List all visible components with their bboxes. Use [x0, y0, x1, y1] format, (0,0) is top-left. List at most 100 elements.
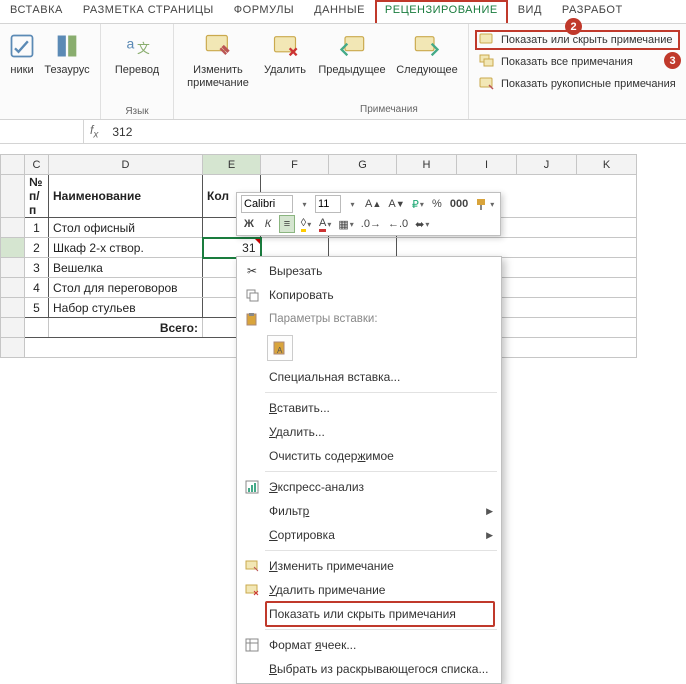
- font-color-icon[interactable]: A: [317, 215, 333, 233]
- align-left-icon[interactable]: ≡: [279, 215, 295, 233]
- menu-copy[interactable]: Копировать: [237, 283, 501, 307]
- copy-icon: [241, 288, 263, 302]
- menu-filter[interactable]: Фильтр ▶: [237, 499, 501, 523]
- col-header-K[interactable]: K: [577, 155, 637, 175]
- increase-decimal-icon[interactable]: .0→: [359, 215, 383, 233]
- menu-cut[interactable]: ✂ Вырезать: [237, 259, 501, 283]
- menu-delete[interactable]: Удалить...: [237, 420, 501, 444]
- spellcheck-button[interactable]: ники: [6, 28, 38, 79]
- cell[interactable]: Набор стульев: [49, 298, 203, 318]
- language-group-label: Язык: [125, 106, 148, 119]
- ribbon: ники Тезаурус . a文 Перевод Язык Изменить…: [0, 24, 686, 120]
- edit-comment-button[interactable]: Изменить примечание: [180, 28, 256, 92]
- comma-format-icon[interactable]: 000: [448, 195, 470, 213]
- merge-icon[interactable]: ⬌: [413, 215, 431, 233]
- col-header-E[interactable]: E: [203, 155, 261, 175]
- translate-button[interactable]: a文 Перевод: [107, 28, 167, 79]
- header-num[interactable]: № п/п: [25, 175, 49, 218]
- toggle-comment-label: Показать или скрыть примечание: [501, 34, 672, 46]
- row-header[interactable]: [1, 278, 25, 298]
- tab-insert[interactable]: ВСТАВКА: [0, 0, 73, 23]
- tab-view[interactable]: ВИД: [508, 0, 552, 23]
- cell[interactable]: 3: [25, 258, 49, 278]
- thesaurus-label: Тезаурус: [44, 64, 89, 77]
- cell[interactable]: Вешелка: [49, 258, 203, 278]
- row-header[interactable]: [1, 298, 25, 318]
- cell[interactable]: Шкаф 2-х створ.: [49, 238, 203, 258]
- show-all-comments-button[interactable]: Показать все примечания: [475, 52, 680, 72]
- next-comment-label: Следующее: [396, 64, 458, 77]
- tab-layout[interactable]: РАЗМЕТКА СТРАНИЦЫ: [73, 0, 224, 23]
- next-comment-button[interactable]: Следующее: [392, 28, 462, 79]
- col-header-J[interactable]: J: [517, 155, 577, 175]
- col-header-F[interactable]: F: [261, 155, 329, 175]
- edit-comment-label: Изменить примечание: [187, 64, 249, 90]
- menu-edit-comment[interactable]: Изменить примечание: [237, 554, 501, 578]
- thesaurus-button[interactable]: Тезаурус: [40, 28, 94, 79]
- tab-formulas[interactable]: ФОРМУЛЫ: [224, 0, 304, 23]
- show-ink-comments-button[interactable]: Показать рукописные примечания: [475, 74, 680, 94]
- tab-data[interactable]: ДАННЫЕ: [304, 0, 375, 23]
- menu-clear[interactable]: Очистить содержимое: [237, 444, 501, 468]
- col-header-D[interactable]: D: [49, 155, 203, 175]
- comments-group-label: Примечания: [360, 104, 418, 117]
- font-name-dropdown-icon[interactable]: [296, 195, 312, 213]
- prev-comment-button[interactable]: Предыдущее: [314, 28, 390, 79]
- paste-default-button[interactable]: A: [267, 335, 293, 361]
- delete-comment-icon: [241, 583, 263, 597]
- total-label[interactable]: Всего:: [49, 318, 203, 338]
- name-box[interactable]: [0, 120, 84, 143]
- tab-review[interactable]: РЕЦЕНЗИРОВАНИЕ: [375, 0, 508, 23]
- format-painter-icon[interactable]: [473, 195, 496, 213]
- tab-developer[interactable]: РАЗРАБОТ: [552, 0, 633, 23]
- italic-icon[interactable]: К: [260, 215, 276, 233]
- decrease-decimal-icon[interactable]: ←.0: [386, 215, 410, 233]
- percent-format-icon[interactable]: %: [429, 195, 445, 213]
- menu-format-cells[interactable]: Формат ячеек...: [237, 633, 501, 657]
- menu-toggle-comment[interactable]: Показать или скрыть примечания: [237, 602, 501, 626]
- accounting-format-icon[interactable]: ₽: [410, 195, 426, 213]
- menu-insert[interactable]: Вставить...: [237, 396, 501, 420]
- formula-input[interactable]: 312: [104, 125, 132, 139]
- cell[interactable]: 1: [25, 218, 49, 238]
- cell[interactable]: 5: [25, 298, 49, 318]
- col-header-G[interactable]: G: [329, 155, 397, 175]
- menu-pick-from-list[interactable]: Выбрать из раскрывающегося списка...: [237, 657, 501, 681]
- selected-cell[interactable]: 31: [203, 238, 261, 258]
- col-header-C[interactable]: C: [25, 155, 49, 175]
- bold-icon[interactable]: Ж: [241, 215, 257, 233]
- fill-color-icon[interactable]: ◊: [298, 215, 314, 233]
- font-size-dropdown-icon[interactable]: [344, 195, 360, 213]
- menu-sort[interactable]: Сортировка ▶: [237, 523, 501, 547]
- col-header-H[interactable]: H: [397, 155, 457, 175]
- show-all-comments-label: Показать все примечания: [501, 56, 633, 68]
- row-header[interactable]: [1, 258, 25, 278]
- row-header[interactable]: [1, 238, 25, 258]
- delete-comment-button[interactable]: Удалить: [258, 28, 312, 79]
- quick-analysis-icon: [241, 480, 263, 494]
- row-header[interactable]: [1, 318, 25, 338]
- fx-icon[interactable]: fx: [84, 123, 104, 140]
- font-name-input[interactable]: [241, 195, 293, 213]
- borders-icon[interactable]: ▦: [336, 215, 355, 233]
- cell[interactable]: Стол офисный: [49, 218, 203, 238]
- cell[interactable]: Стол для переговоров: [49, 278, 203, 298]
- row-header[interactable]: [1, 218, 25, 238]
- submenu-arrow-icon: ▶: [486, 506, 493, 517]
- cell[interactable]: 2: [25, 238, 49, 258]
- col-header-I[interactable]: I: [457, 155, 517, 175]
- header-name[interactable]: Наименование: [49, 175, 203, 218]
- font-size-input[interactable]: [315, 195, 341, 213]
- submenu-arrow-icon: ▶: [486, 530, 493, 541]
- increase-font-icon[interactable]: A▲: [363, 195, 383, 213]
- svg-text:a: a: [127, 35, 135, 51]
- menu-paste-options-header: Параметры вставки:: [237, 307, 501, 331]
- decrease-font-icon[interactable]: A▼: [386, 195, 406, 213]
- menu-delete-comment[interactable]: Удалить примечание: [237, 578, 501, 602]
- menu-quick-analysis[interactable]: Экспресс-анализ: [237, 475, 501, 499]
- annotation-badge-2: 2: [565, 18, 582, 35]
- context-menu: ✂ Вырезать Копировать Параметры вставки:…: [236, 256, 502, 684]
- menu-paste-special[interactable]: Специальная вставка...: [237, 365, 501, 389]
- row-header[interactable]: [1, 175, 25, 218]
- cell[interactable]: 4: [25, 278, 49, 298]
